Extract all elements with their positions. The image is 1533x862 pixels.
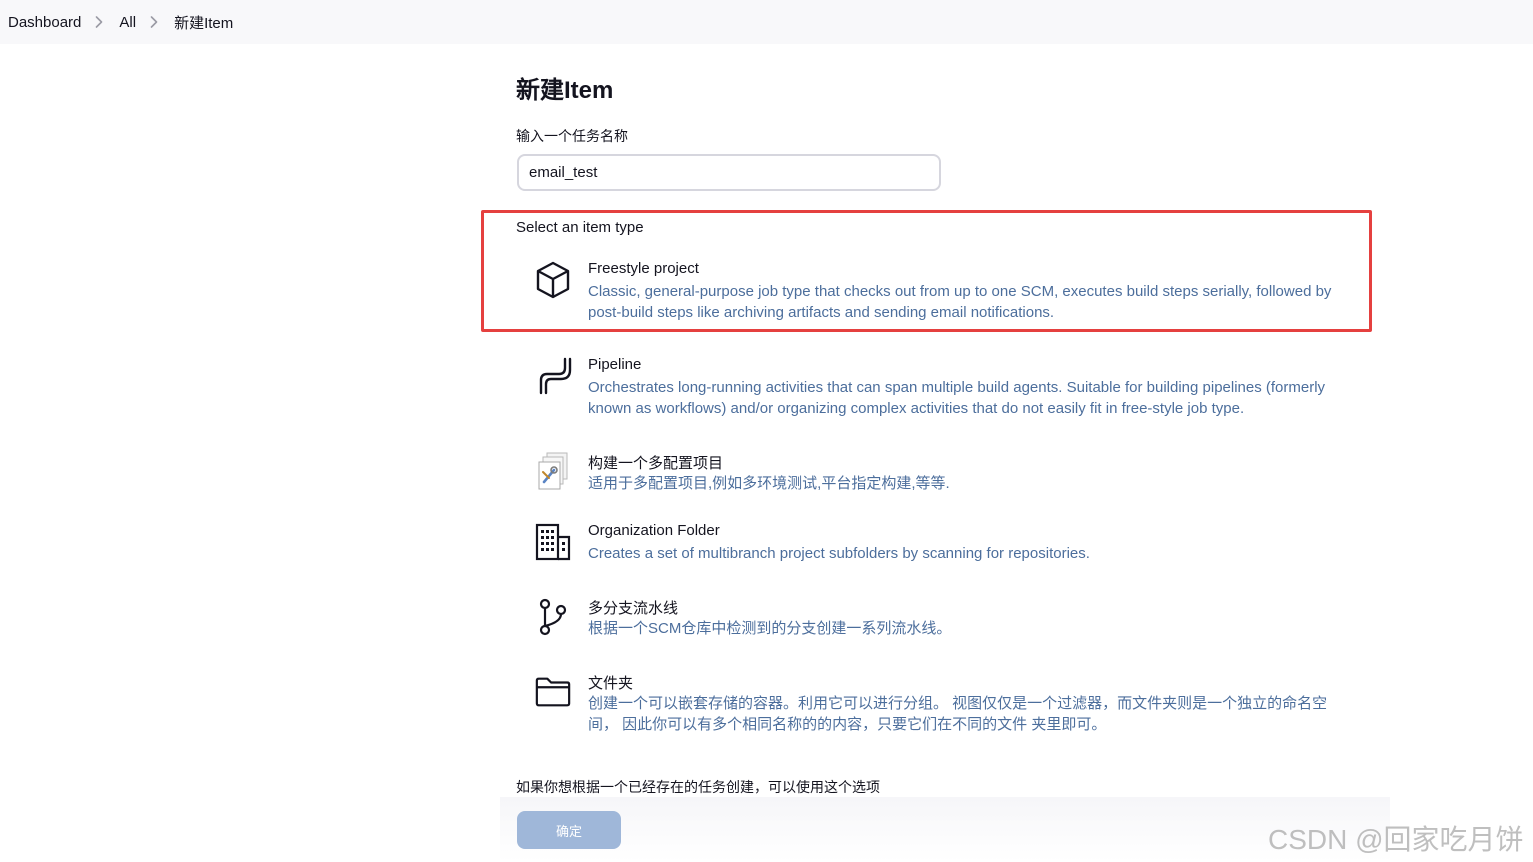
item-type-title: 文件夹 (588, 675, 634, 692)
item-type-title: Pipeline (588, 356, 642, 373)
item-type-label: Select an item type (516, 219, 644, 236)
item-type-title: 构建一个多配置项目 (588, 455, 724, 472)
pipeline-icon (534, 356, 572, 396)
item-name-label: 输入一个任务名称 (516, 128, 628, 144)
item-type-title: 多分支流水线 (588, 600, 679, 617)
item-type-description: 根据一个SCM仓库中检测到的分支创建一系列流水线。 (588, 620, 952, 637)
item-type-multi-config[interactable]: 构建一个多配置项目 适用于多配置项目,例如多环境测试,平台指定构建,等等. (516, 452, 1356, 494)
breadcrumb-dashboard[interactable]: Dashboard (8, 14, 81, 31)
breadcrumb-all[interactable]: All (119, 14, 136, 31)
item-type-organization-folder[interactable]: Organization Folder Creates a set of mul… (516, 522, 1356, 564)
page-title: 新建Item (516, 77, 614, 104)
item-name-input[interactable] (517, 154, 941, 191)
breadcrumb: Dashboard All 新建Item (0, 0, 1533, 44)
item-type-title: Freestyle project (588, 260, 699, 277)
item-type-title: Organization Folder (588, 522, 720, 539)
item-type-description: Orchestrates long-running activities tha… (588, 379, 1326, 417)
bottom-bar (500, 797, 1390, 862)
building-icon (534, 522, 572, 562)
item-type-description: Creates a set of multibranch project sub… (588, 545, 1090, 562)
item-type-folder[interactable]: 文件夹 创建一个可以嵌套存储的容器。利用它可以进行分组。 视图仅仅是一个过滤器，… (516, 672, 1356, 734)
chevron-right-icon (150, 16, 158, 28)
breadcrumb-new-item[interactable]: 新建Item (174, 12, 233, 33)
item-type-pipeline[interactable]: Pipeline Orchestrates long-running activ… (516, 356, 1356, 418)
multi-config-icon (534, 452, 572, 492)
ok-button[interactable]: 确定 (517, 811, 621, 849)
item-type-description: Classic, general-purpose job type that c… (588, 283, 1332, 321)
item-type-description: 创建一个可以嵌套存储的容器。利用它可以进行分组。 视图仅仅是一个过滤器，而文件夹… (588, 695, 1328, 733)
item-type-freestyle[interactable]: Freestyle project Classic, general-purpo… (516, 260, 1356, 322)
watermark: CSDN @回家吃月饼 (1268, 824, 1524, 855)
item-type-description: 适用于多配置项目,例如多环境测试,平台指定构建,等等. (588, 475, 950, 492)
copy-from-label: 如果你想根据一个已经存在的任务创建，可以使用这个选项 (516, 779, 880, 795)
item-type-multibranch-pipeline[interactable]: 多分支流水线 根据一个SCM仓库中检测到的分支创建一系列流水线。 (516, 597, 1356, 639)
chevron-right-icon (95, 16, 103, 28)
cube-icon (534, 260, 572, 300)
branch-icon (534, 597, 572, 637)
folder-icon (534, 672, 572, 712)
